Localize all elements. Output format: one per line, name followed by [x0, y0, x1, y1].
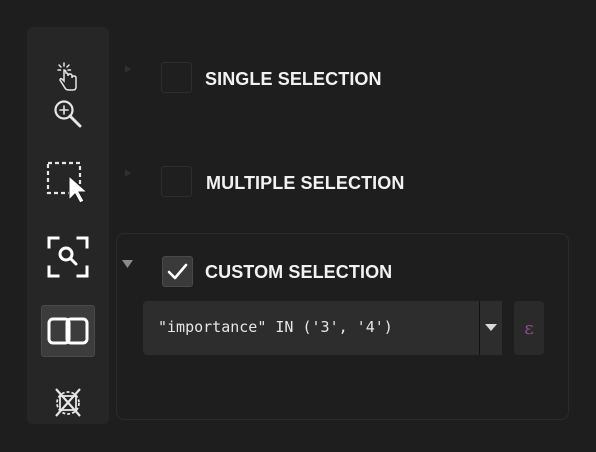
epsilon-icon: ε	[524, 317, 534, 339]
chevron-down-icon	[485, 324, 497, 331]
zoom-to-selection-icon	[47, 236, 89, 278]
select-rectangle-icon	[46, 161, 89, 204]
clear-selection-tool-button[interactable]	[41, 376, 95, 428]
rectangle-select-tool-button[interactable]	[41, 157, 95, 209]
expression-builder-button[interactable]: ε	[514, 301, 544, 355]
expression-dropdown-button[interactable]	[480, 301, 502, 355]
checkmark-icon	[167, 263, 188, 280]
zoom-in-icon	[54, 100, 82, 128]
custom-selection-expander-icon[interactable]	[121, 259, 134, 269]
custom-selection-checkbox[interactable]	[162, 256, 193, 287]
single-selection-checkbox[interactable]	[161, 62, 192, 93]
multiple-selection-expander-icon[interactable]	[123, 168, 133, 178]
expression-input[interactable]: "importance" IN ('3', '4')	[143, 301, 502, 355]
single-selection-expander-icon[interactable]	[123, 64, 133, 74]
zoom-to-selection-tool-button[interactable]	[41, 231, 95, 283]
linked-selection-icon	[47, 317, 89, 345]
tool-sidebar	[27, 27, 109, 424]
clear-selection-icon	[55, 388, 81, 417]
zoom-tool-button[interactable]	[41, 88, 95, 140]
multiple-selection-label: MULTIPLE SELECTION	[206, 173, 405, 193]
expression-text: "importance" IN ('3', '4')	[158, 318, 393, 336]
multiple-selection-checkbox[interactable]	[161, 166, 192, 197]
single-selection-label: SINGLE SELECTION	[205, 69, 382, 89]
selection-panel: SINGLE SELECTION MULTIPLE SELECTION CUST…	[0, 0, 596, 452]
linked-selection-tool-button[interactable]	[41, 305, 95, 357]
custom-selection-label: CUSTOM SELECTION	[205, 262, 393, 282]
